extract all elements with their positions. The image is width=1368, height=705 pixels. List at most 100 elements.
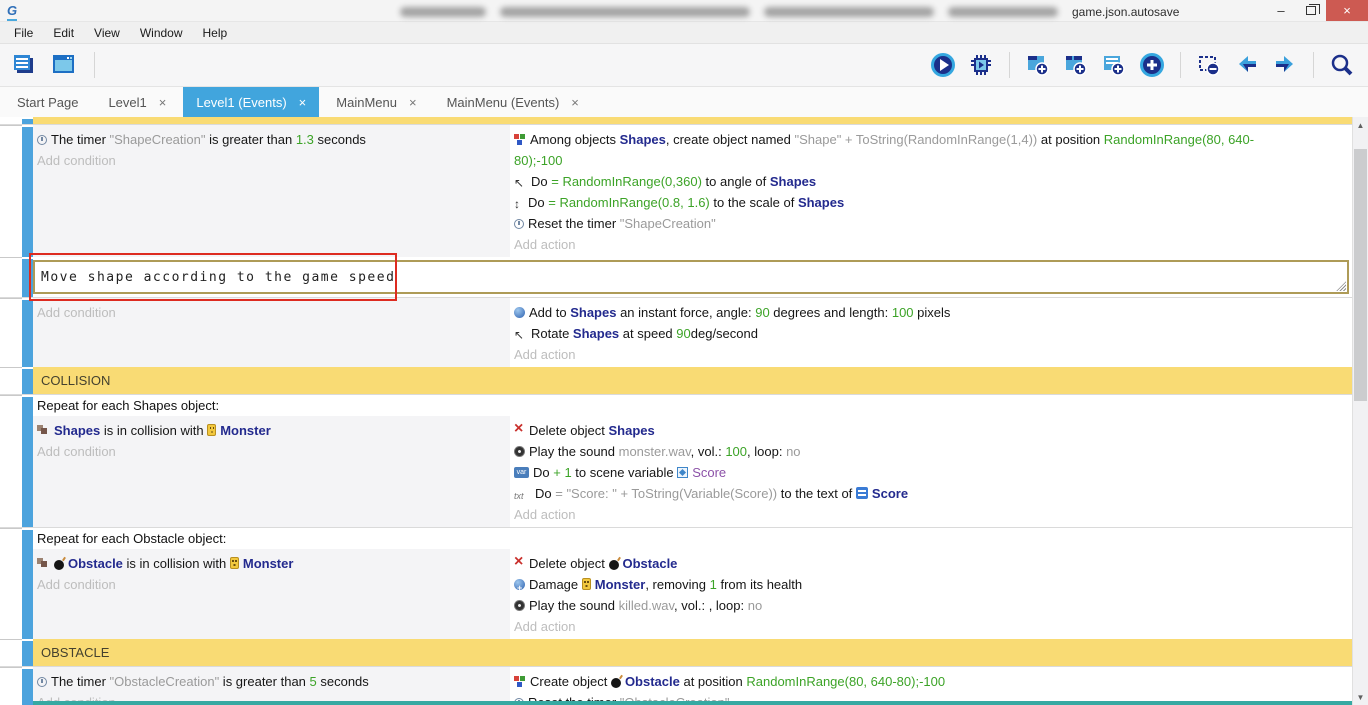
restore-button[interactable] xyxy=(1296,1,1326,21)
scroll-down-icon[interactable]: ▼ xyxy=(1353,689,1368,705)
vertical-scrollbar[interactable]: ▲ ▼ xyxy=(1352,117,1368,705)
comment-bar[interactable]: OBSTACLE xyxy=(33,639,1352,666)
sound-icon xyxy=(514,446,525,457)
menu-help[interactable]: Help xyxy=(193,22,238,44)
bomb-icon xyxy=(611,678,621,688)
add-condition-link[interactable]: Add condition xyxy=(33,150,510,171)
event-gutter-strip[interactable] xyxy=(22,367,33,394)
action-line[interactable]: Do = RandomInRange(0.8, 1.6) to the scal… xyxy=(510,192,1255,213)
menu-edit[interactable]: Edit xyxy=(43,22,84,44)
add-action-link[interactable]: Add action xyxy=(510,616,1352,637)
tab-mainmenu-events-[interactable]: MainMenu (Events)× xyxy=(434,87,592,117)
menu-view[interactable]: View xyxy=(84,22,130,44)
editor-window-icon[interactable] xyxy=(48,50,80,80)
action-line[interactable]: Do + 1 to scene variable Score xyxy=(510,462,1255,483)
action-line[interactable]: Damage Monster, removing 1 from its heal… xyxy=(510,574,1255,595)
event-row[interactable]: The timer "ShapeCreation" is greater tha… xyxy=(0,124,1352,257)
undo-icon[interactable] xyxy=(1231,50,1263,80)
events-left-margin xyxy=(0,667,22,705)
comment-edit-row[interactable]: Move shape according to the game speed xyxy=(0,257,1352,297)
event-gutter-strip[interactable] xyxy=(22,667,33,705)
add-condition-link[interactable]: Add condition xyxy=(33,302,510,323)
resize-grip-icon[interactable] xyxy=(1335,280,1346,291)
add-action-link[interactable]: Add action xyxy=(510,234,1352,255)
close-button[interactable]: × xyxy=(1326,0,1368,21)
tab-label: MainMenu xyxy=(336,95,397,110)
add-event-icon[interactable] xyxy=(1022,50,1054,80)
action-line[interactable]: Reset the timer "ShapeCreation" xyxy=(510,213,1255,234)
comment-bar[interactable]: COLLISION xyxy=(33,367,1352,394)
action-line[interactable]: Play the sound monster.wav, vol.: 100, l… xyxy=(510,441,1255,462)
event-gutter-strip[interactable] xyxy=(22,528,33,639)
add-condition-link[interactable]: Add condition xyxy=(33,441,510,462)
add-condition-link[interactable]: Add condition xyxy=(33,574,510,595)
menu-file[interactable]: File xyxy=(4,22,43,44)
conditions-column: Add condition xyxy=(33,298,510,367)
events-left-margin xyxy=(0,117,22,124)
comment-bar-partial[interactable] xyxy=(33,701,1352,705)
tab-close-icon[interactable]: × xyxy=(159,95,167,110)
action-line[interactable]: Rotate Shapes at speed 90deg/second xyxy=(510,323,1255,344)
add-subevent-icon[interactable] xyxy=(1060,50,1092,80)
add-action-link[interactable]: Add action xyxy=(510,344,1352,365)
tab-close-icon[interactable]: × xyxy=(571,95,579,110)
condition-line[interactable]: The timer "ShapeCreation" is greater tha… xyxy=(33,129,510,150)
tab-start-page[interactable]: Start Page xyxy=(4,87,91,117)
event-gutter-strip[interactable] xyxy=(22,639,33,666)
event-gutter-strip[interactable] xyxy=(22,117,33,124)
tab-close-icon[interactable]: × xyxy=(409,95,417,110)
foreach-header[interactable]: Repeat for each Obstacle object: xyxy=(33,528,1352,549)
event-row[interactable]: Add conditionAdd to Shapes an instant fo… xyxy=(0,297,1352,367)
conditions-column: Obstacle is in collision with MonsterAdd… xyxy=(33,549,510,639)
add-comment-icon[interactable] xyxy=(1098,50,1130,80)
tab-close-icon[interactable]: × xyxy=(299,95,307,110)
event-gutter-strip[interactable] xyxy=(22,125,33,257)
debug-icon[interactable] xyxy=(965,50,997,80)
event-gutter-strip[interactable] xyxy=(22,298,33,367)
preview-icon[interactable] xyxy=(927,50,959,80)
scroll-up-icon[interactable]: ▲ xyxy=(1353,117,1368,133)
condition-line[interactable]: Obstacle is in collision with Monster xyxy=(33,553,510,574)
foreach-header[interactable]: Repeat for each Shapes object: xyxy=(33,395,1352,416)
create-object-icon xyxy=(514,133,526,145)
event-gutter-strip[interactable] xyxy=(22,257,33,297)
tab-level1[interactable]: Level1× xyxy=(95,87,179,117)
timer-icon xyxy=(37,135,47,145)
events-sheet: The timer "ShapeCreation" is greater tha… xyxy=(0,117,1368,705)
events-left-margin xyxy=(0,528,22,639)
action-line[interactable]: Delete object Shapes xyxy=(510,420,1255,441)
events-left-margin xyxy=(0,395,22,527)
comment-bar-partial[interactable] xyxy=(0,117,1352,124)
project-pages-icon[interactable] xyxy=(8,50,40,80)
toolbar-separator xyxy=(1313,52,1314,78)
action-line[interactable]: Do = RandomInRange(0,360) to angle of Sh… xyxy=(510,171,1255,192)
action-line[interactable]: Do = "Score: " + ToString(Variable(Score… xyxy=(510,483,1255,504)
damage-icon xyxy=(514,579,525,590)
action-line[interactable]: Play the sound killed.wav, vol.: , loop:… xyxy=(510,595,1255,616)
events-left-margin xyxy=(0,298,22,367)
search-icon[interactable] xyxy=(1326,50,1358,80)
event-gutter-strip[interactable] xyxy=(22,395,33,527)
action-line[interactable]: Create object Obstacle at position Rando… xyxy=(510,671,1255,692)
condition-line[interactable]: Shapes is in collision with Monster xyxy=(33,420,510,441)
add-more-icon[interactable] xyxy=(1136,50,1168,80)
action-line[interactable]: Among objects Shapes, create object name… xyxy=(510,129,1255,171)
foreach-event-row[interactable]: Repeat for each Shapes object: Shapes is … xyxy=(0,394,1352,527)
scale-icon xyxy=(514,196,524,208)
action-line[interactable]: Add to Shapes an instant force, angle: 9… xyxy=(510,302,1255,323)
redo-icon[interactable] xyxy=(1269,50,1301,80)
delete-event-icon[interactable] xyxy=(1193,50,1225,80)
add-action-link[interactable]: Add action xyxy=(510,504,1352,525)
event-row[interactable]: The timer "ObstacleCreation" is greater … xyxy=(0,666,1352,705)
tab-level1-events-[interactable]: Level1 (Events)× xyxy=(183,87,319,117)
foreach-event-row[interactable]: Repeat for each Obstacle object:Obstacle… xyxy=(0,527,1352,639)
menu-window[interactable]: Window xyxy=(130,22,193,44)
action-line[interactable]: Delete object Obstacle xyxy=(510,553,1255,574)
comment-edit-textarea[interactable]: Move shape according to the game speed xyxy=(33,260,1349,294)
events-list: The timer "ShapeCreation" is greater tha… xyxy=(0,117,1352,705)
scrollbar-thumb[interactable] xyxy=(1354,149,1367,401)
condition-line[interactable]: The timer "ObstacleCreation" is greater … xyxy=(33,671,510,692)
tab-mainmenu[interactable]: MainMenu × xyxy=(323,87,429,117)
comment-edit-text: Move shape according to the game speed xyxy=(35,270,395,285)
minimize-button[interactable]: – xyxy=(1266,1,1296,21)
